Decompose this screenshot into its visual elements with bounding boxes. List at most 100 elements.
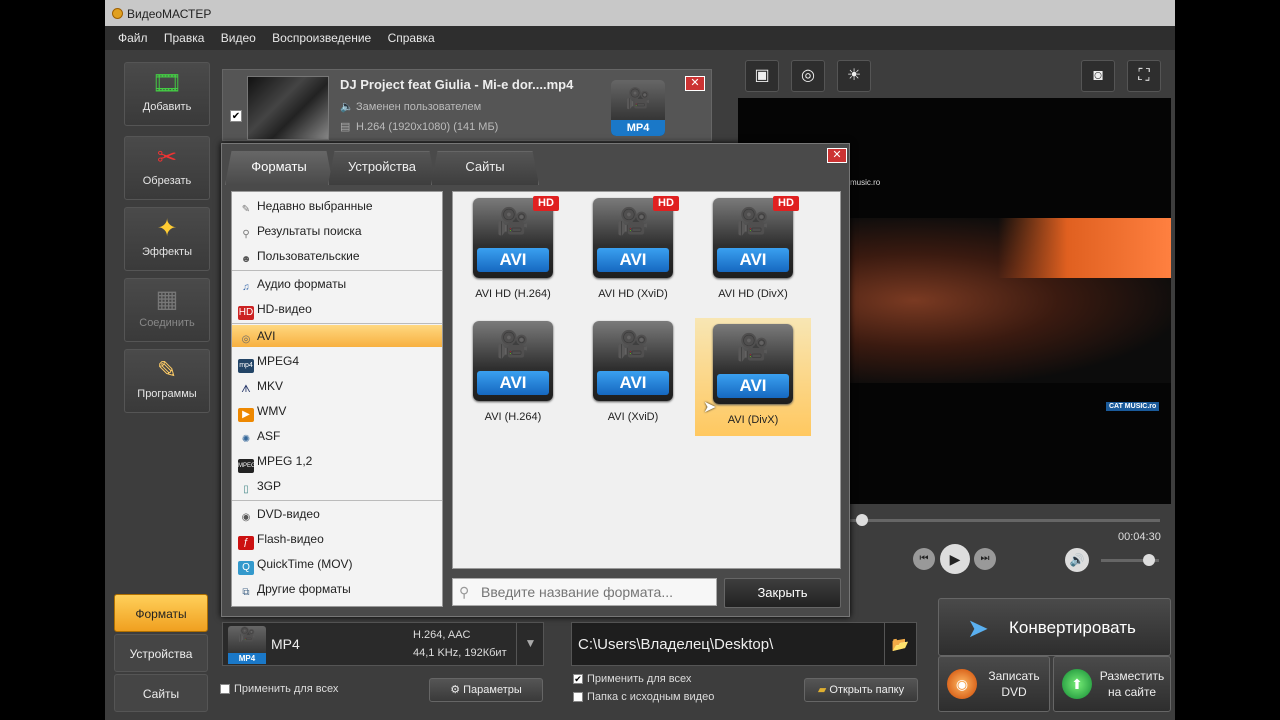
video-info-text: H.264 (1920x1080) (141 МБ)	[356, 121, 499, 133]
dialog-close-button[interactable]: Закрыть	[724, 578, 841, 608]
format-caption: AVI HD (H.264)	[475, 288, 551, 300]
fullscreen-icon[interactable]: ⛶	[1127, 60, 1161, 92]
format-tile: 🎥 AVI	[713, 324, 793, 404]
file-checkbox[interactable]: ✔	[230, 110, 242, 122]
format-caption: AVI HD (DivX)	[718, 288, 788, 300]
menu-file[interactable]: Файл	[118, 26, 148, 50]
upload-globe-icon: ⬆	[1062, 669, 1092, 699]
burn-dvd-button[interactable]: ◉ Записать DVD	[938, 656, 1050, 712]
category-mkv[interactable]: ᗑ MKV	[232, 375, 442, 397]
tab-devices[interactable]: Устройства	[114, 634, 208, 672]
category-3gp[interactable]: ▯ 3GP	[232, 475, 442, 497]
format-avi-divx[interactable]: 🎥 AVI AVI (DivX)	[695, 318, 811, 436]
dialog-tab-devices[interactable]: Устройства	[328, 151, 436, 185]
video-camera-icon: 🎥	[616, 329, 650, 359]
volume-handle[interactable]	[1142, 554, 1155, 566]
format-avi-hd-xvid[interactable]: 🎥 AVI HD AVI HD (XviD)	[575, 192, 691, 310]
menu-help[interactable]: Справка	[388, 26, 435, 50]
video-camera-icon: 🎥	[736, 332, 770, 362]
next-icon[interactable]: ⏭	[974, 548, 996, 570]
tab-formats[interactable]: Форматы	[114, 594, 208, 632]
remove-file-button[interactable]: ✕	[685, 76, 705, 91]
format-avi-h264[interactable]: 🎥 AVI AVI (H.264)	[455, 315, 571, 433]
publish-button[interactable]: ⬆ Разместить на сайте	[1053, 656, 1171, 712]
category-dvd[interactable]: ◉ DVD-видео	[232, 503, 442, 525]
category-avi[interactable]: ◎ AVI	[232, 325, 442, 347]
parameters-label: Параметры	[463, 684, 522, 696]
volume-icon[interactable]: 🔊	[1065, 548, 1089, 572]
effects-button[interactable]: ✦ Эффекты	[124, 207, 210, 271]
crop-icon[interactable]: ▣	[745, 60, 779, 92]
file-list-item[interactable]: ✔ DJ Project feat Giulia - Mi-e dor....m…	[222, 69, 712, 141]
programs-icon: ✎	[156, 357, 178, 384]
category-quicktime[interactable]: Q QuickTime (MOV)	[232, 553, 442, 575]
convert-button[interactable]: ➤ Конвертировать	[938, 598, 1171, 656]
add-button[interactable]: 🎞 Добавить	[124, 62, 210, 126]
category-asf[interactable]: ✺ ASF	[232, 425, 442, 447]
volume-slider[interactable]	[1101, 554, 1159, 566]
apply-all-right-checkbox[interactable]: ✔	[573, 674, 583, 684]
category-other[interactable]: ⧉ Другие форматы	[232, 578, 442, 600]
category-hd[interactable]: HD HD-видео	[232, 298, 442, 320]
join-button[interactable]: ▦ Соединить	[124, 278, 210, 342]
dialog-tab-formats[interactable]: Форматы	[225, 151, 333, 185]
list-divider	[232, 270, 442, 271]
asf-icon: ✺	[241, 434, 251, 445]
format-category-list: ✎ Недавно выбранные ⚲ Результаты поиска ☻ П…	[231, 191, 443, 607]
dialog-close-icon[interactable]: ✕	[827, 148, 847, 163]
source-folder-label: Папка с исходным видео	[587, 691, 715, 703]
speaker-icon: 🔈	[340, 101, 354, 113]
snapshot-camera-icon[interactable]: ◙	[1081, 60, 1115, 92]
dvd-icon: ◉	[241, 512, 251, 523]
menu-video[interactable]: Видео	[221, 26, 256, 50]
output-path-field[interactable]: C:\Users\Владелец\Desktop\ 📂	[571, 622, 917, 666]
format-search-input[interactable]	[481, 583, 711, 601]
hd-badge: HD	[773, 196, 799, 211]
music-note-icon: ♫	[242, 282, 250, 293]
apply-all-left-checkbox[interactable]	[220, 684, 230, 694]
category-wmv[interactable]: ▶ WMV	[232, 400, 442, 422]
file-format-badge[interactable]: 🎥 MP4	[611, 80, 665, 136]
open-folder-button[interactable]: ▰ Открыть папку	[804, 678, 918, 702]
join-label: Соединить	[139, 317, 195, 329]
dialog-tab-sites[interactable]: Сайты	[431, 151, 539, 185]
chevron-down-icon[interactable]: ▼	[516, 623, 544, 665]
format-avi-xvid[interactable]: 🎥 AVI AVI (XviD)	[575, 315, 691, 433]
source-folder-checkbox[interactable]	[573, 692, 583, 702]
category-mpeg12[interactable]: MPEGMPEG 1,2	[232, 450, 442, 473]
video-info: ▤ H.264 (1920x1080) (141 МБ)	[340, 120, 498, 133]
magic-wand-icon: ✦	[156, 215, 178, 242]
seek-bar[interactable]	[850, 514, 1160, 526]
category-flash[interactable]: ƒ Flash-видео	[232, 528, 442, 550]
add-label: Добавить	[142, 101, 192, 113]
rotate-icon[interactable]: ◎	[791, 60, 825, 92]
menu-playback[interactable]: Воспроизведение	[272, 26, 371, 50]
folder-icon[interactable]: 📂	[884, 623, 916, 665]
category-mpeg4[interactable]: mp4 MPEG4	[232, 350, 442, 373]
trim-button[interactable]: ✂ Обрезать	[124, 136, 210, 200]
play-icon[interactable]: ▶	[940, 544, 970, 574]
category-mpeg12-label: MPEG 1,2	[257, 454, 313, 468]
parameters-button[interactable]: ⚙ Параметры	[429, 678, 543, 702]
output-format-selector[interactable]: 🎥 MP4 MP4 H.264, AAC 44,1 KHz, 192Кбит ▼	[222, 622, 544, 666]
mp4-icon: mp4	[238, 359, 254, 373]
category-recent[interactable]: ✎ Недавно выбранные	[232, 195, 442, 217]
format-grid: 🎥 AVI HD AVI HD (H.264) 🎥 AVI HD AVI HD (X…	[452, 191, 841, 569]
programs-button[interactable]: ✎ Программы	[124, 349, 210, 413]
file-format-label: MP4	[611, 120, 665, 136]
category-mkv-label: MKV	[257, 379, 284, 393]
format-avi-hd-h264[interactable]: 🎥 AVI HD AVI HD (H.264)	[455, 192, 571, 310]
category-audio[interactable]: ♫ Аудио форматы	[232, 273, 442, 295]
tab-sites[interactable]: Сайты	[114, 674, 208, 712]
previous-icon[interactable]: ⏮	[913, 548, 935, 570]
menu-edit[interactable]: Правка	[164, 26, 205, 50]
mpeg-icon: MPEG	[238, 459, 256, 473]
seek-handle[interactable]	[856, 514, 868, 526]
category-asf-label: ASF	[257, 429, 281, 443]
format-caption: AVI (XviD)	[607, 411, 659, 423]
category-search-results[interactable]: ⚲ Результаты поиска	[232, 220, 442, 242]
output-codec: H.264, AAC	[413, 629, 471, 641]
brightness-icon[interactable]: ☀	[837, 60, 871, 92]
category-custom[interactable]: ☻ Пользовательские	[232, 245, 442, 267]
format-avi-hd-divx[interactable]: 🎥 AVI HD AVI HD (DivX)	[695, 192, 811, 310]
